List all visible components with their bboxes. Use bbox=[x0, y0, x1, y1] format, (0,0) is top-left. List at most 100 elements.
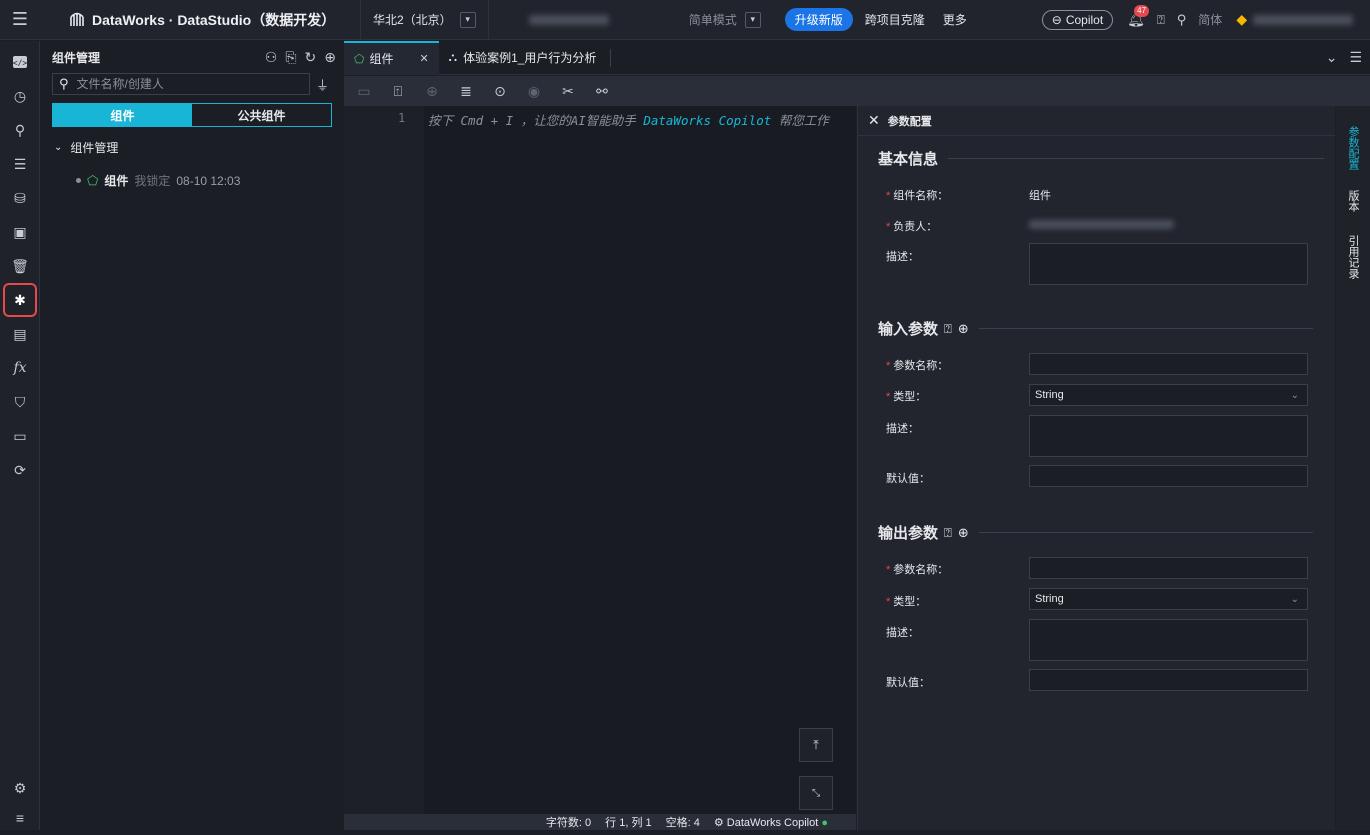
search-input[interactable] bbox=[76, 77, 297, 91]
list-icon[interactable]: ☰ bbox=[0, 147, 40, 181]
tree-item-component[interactable]: ⬠ 组件 我锁定 08-10 12:03 bbox=[76, 172, 342, 189]
sidebar-title: 组件管理 bbox=[52, 50, 101, 65]
tab-component[interactable]: ⬠ 组件 ✕ bbox=[344, 40, 439, 75]
submit-icon[interactable]: ⍐ bbox=[390, 83, 406, 100]
fullscreen-button[interactable]: ⤡ bbox=[799, 776, 833, 810]
tab-label: 体验案例1_用户行为分析 bbox=[463, 51, 597, 65]
label-text: 类型： bbox=[893, 596, 927, 608]
tab-parameter-config[interactable]: 参数配置 bbox=[1336, 118, 1370, 178]
search-icon[interactable]: ⚲ bbox=[0, 113, 40, 147]
lineage-icon[interactable]: ⚯ bbox=[594, 83, 610, 100]
table-icon[interactable]: ▤ bbox=[0, 317, 40, 351]
tabs-actions: ⌄ ☰ bbox=[1326, 49, 1362, 66]
trash-icon[interactable]: 🗑︎ bbox=[0, 249, 40, 283]
copilot-status[interactable]: ⚙ DataWorks Copilot ● bbox=[714, 816, 828, 829]
tree-root[interactable]: ⌄ 组件管理 bbox=[54, 139, 342, 156]
output-type-select[interactable]: String ⌄ bbox=[1029, 588, 1308, 610]
input-description-field[interactable] bbox=[1029, 415, 1308, 457]
app-brand[interactable]: DataWorks · DataStudio（数据开发） bbox=[68, 10, 348, 30]
label-text: 参数名称： bbox=[893, 564, 949, 576]
chevron-circle-icon[interactable]: ⌄ bbox=[1326, 49, 1338, 66]
status-bar: 字符数: 0 行 1, 列 1 空格: 4 ⚙ DataWorks Copilo… bbox=[344, 814, 856, 830]
code-editor[interactable]: 1 按下 Cmd + I ，让您的AI智能助手 DataWorks Copilo… bbox=[344, 106, 856, 814]
section-output-params: 输出参数 ⍰ ⊕ bbox=[878, 522, 1313, 543]
output-param-name-field[interactable] bbox=[1029, 557, 1308, 579]
input-type-select[interactable]: String ⌄ bbox=[1029, 384, 1308, 406]
chevron-down-icon: ⌄ bbox=[1290, 389, 1299, 401]
locate-icon[interactable]: ⊕ bbox=[324, 49, 336, 66]
tab-label: 组件 bbox=[369, 52, 394, 66]
bell-icon[interactable]: 🔔︎ 47 bbox=[1127, 5, 1150, 28]
tab-components[interactable]: 组件 bbox=[53, 104, 192, 126]
divider bbox=[948, 158, 1325, 159]
database-icon[interactable]: ⛁ bbox=[0, 181, 40, 215]
format-icon[interactable]: ≣ bbox=[458, 83, 474, 100]
input-param-name-field[interactable] bbox=[1029, 353, 1308, 375]
line-gutter: 1 bbox=[344, 106, 424, 814]
tools-icon[interactable]: ✂ bbox=[560, 83, 576, 100]
output-default-field[interactable] bbox=[1029, 669, 1308, 691]
region-selector[interactable]: 华北2（北京） bbox=[373, 11, 452, 28]
function-icon[interactable]: fx bbox=[0, 351, 40, 385]
add-icon[interactable]: ⊕ bbox=[958, 321, 969, 337]
analysis-icon[interactable]: ⟳ bbox=[0, 453, 40, 487]
menu-icon[interactable]: ☰ bbox=[1349, 49, 1362, 66]
chevron-down-icon[interactable]: ▾ bbox=[744, 11, 761, 28]
user-account-blurred[interactable] bbox=[1253, 14, 1354, 25]
new-file-icon[interactable]: ⎘ bbox=[285, 49, 296, 66]
stop-icon[interactable]: ◉ bbox=[526, 83, 542, 100]
tab-references[interactable]: 引用记录 bbox=[1336, 230, 1370, 284]
save-icon[interactable]: ▭ bbox=[356, 83, 372, 100]
component-icon[interactable]: ✱ bbox=[0, 283, 40, 317]
search-box[interactable]: ⚲ bbox=[52, 73, 310, 95]
close-icon[interactable]: ✕ bbox=[419, 52, 428, 65]
hint-suffix: 帮您工作 bbox=[771, 113, 829, 128]
cross-project-clone-link[interactable]: 跨项目克隆 bbox=[865, 11, 925, 28]
chevron-down-icon[interactable]: ▾ bbox=[459, 11, 476, 28]
run-icon[interactable]: ⊙ bbox=[492, 83, 508, 100]
refresh-icon[interactable]: ↻ bbox=[305, 49, 317, 66]
publish-icon[interactable]: ⊕ bbox=[424, 83, 440, 100]
output-description-field[interactable] bbox=[1029, 619, 1308, 661]
help-icon[interactable]: ⍰ bbox=[944, 525, 952, 541]
language-switch[interactable]: 简体 bbox=[1198, 11, 1222, 28]
clock-icon[interactable]: ◷ bbox=[0, 79, 40, 113]
input-default-label: 默认值： bbox=[886, 473, 930, 485]
chevron-down-icon[interactable]: ⌄ bbox=[54, 142, 62, 153]
svg-text:</>: </> bbox=[13, 59, 28, 68]
status-dot bbox=[76, 178, 81, 183]
tab-version[interactable]: 版本 bbox=[1336, 186, 1370, 216]
input-default-field[interactable] bbox=[1029, 465, 1308, 487]
divider bbox=[610, 48, 612, 67]
report-icon[interactable]: ▭ bbox=[0, 419, 40, 453]
help-icon[interactable]: ⍰ bbox=[944, 321, 952, 337]
divider bbox=[360, 0, 361, 40]
tab-public-components[interactable]: 公共组件 bbox=[192, 104, 331, 126]
close-icon[interactable]: ✕ bbox=[868, 112, 880, 129]
component-icon: ⬠ bbox=[87, 172, 99, 188]
mode-label[interactable]: 简单模式 bbox=[689, 11, 737, 28]
tab-user-behavior-analysis[interactable]: ⛬ 体验案例1_用户行为分析 bbox=[439, 41, 622, 75]
upgrade-button[interactable]: 升级新版 bbox=[784, 8, 853, 31]
user-icon[interactable]: ⚇ bbox=[265, 49, 278, 66]
settings-icon[interactable]: ⚙ bbox=[0, 771, 40, 805]
help-icon[interactable]: ⍰ bbox=[1157, 12, 1165, 28]
sidebar-header: 组件管理 ⚇ ⎘ ↻ ⊕ bbox=[44, 41, 342, 73]
tree-root-label: 组件管理 bbox=[70, 141, 119, 155]
add-icon[interactable]: ⊕ bbox=[958, 525, 969, 541]
input-type-label: * 类型： bbox=[886, 388, 926, 404]
code-icon[interactable]: </> bbox=[0, 45, 40, 79]
briefcase-icon[interactable]: ▣ bbox=[0, 215, 40, 249]
workspace-name-blurred[interactable] bbox=[528, 14, 609, 25]
shield-icon[interactable]: ⛉ bbox=[0, 385, 40, 419]
menu-icon[interactable]: ☰ bbox=[0, 0, 40, 40]
copilot-button[interactable]: ⊖ Copilot bbox=[1041, 9, 1114, 30]
more-link[interactable]: 更多 bbox=[943, 11, 967, 28]
scroll-top-button[interactable]: ⤒ bbox=[799, 728, 833, 762]
filter-icon[interactable]: ⏚ bbox=[316, 75, 329, 94]
owner-value-blurred bbox=[1029, 220, 1174, 229]
copilot-label: Copilot bbox=[1065, 12, 1104, 27]
component-name-value: 组件 bbox=[1029, 190, 1051, 202]
description-field[interactable] bbox=[1029, 243, 1308, 285]
tools-icon[interactable]: ⚲ bbox=[1177, 12, 1187, 28]
